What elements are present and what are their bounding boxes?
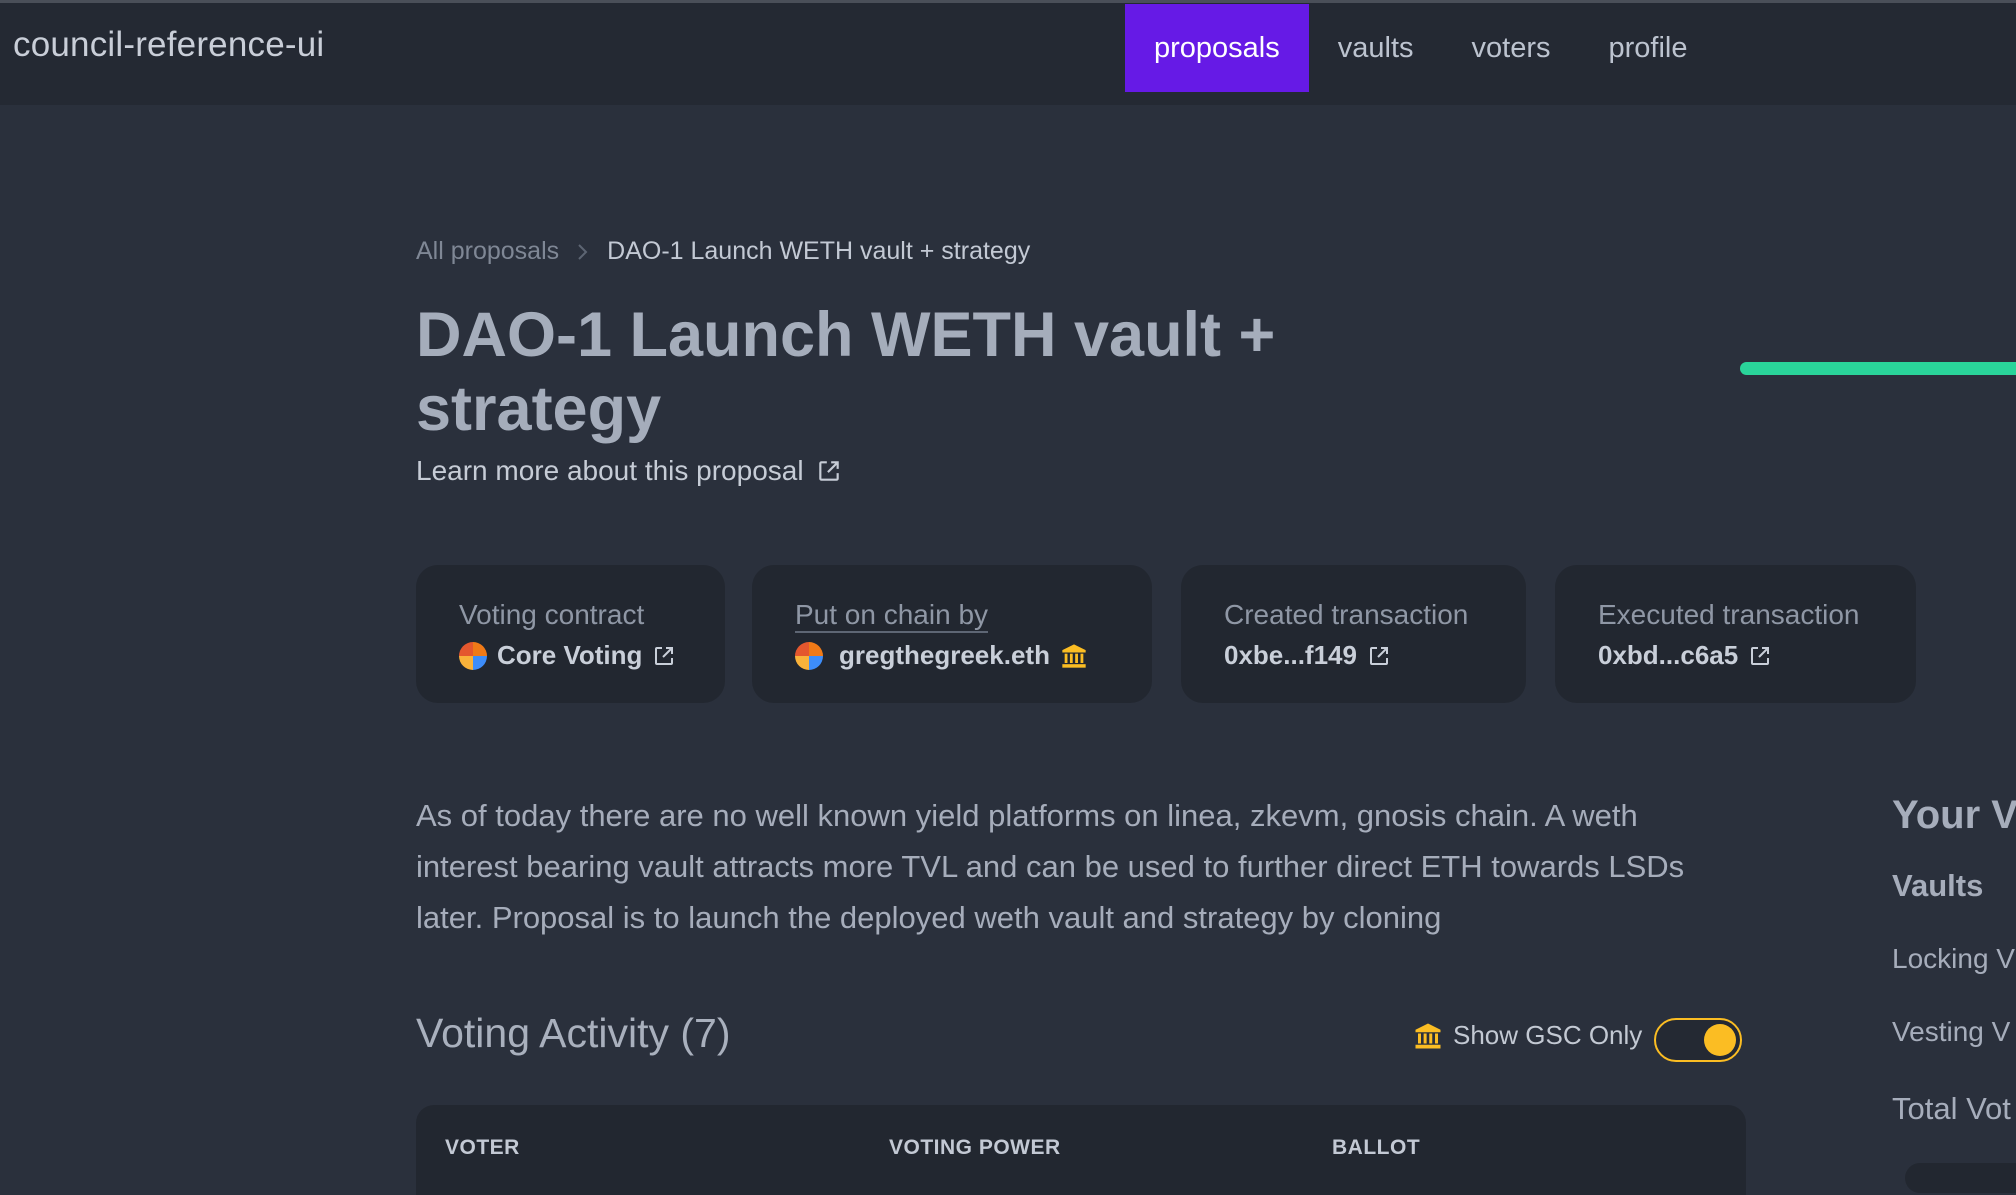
created-transaction-value: 0xbe...f149 bbox=[1224, 640, 1357, 670]
executed-transaction-label: Executed transaction bbox=[1598, 599, 1860, 630]
column-header-voting-power[interactable]: VOTING POWER bbox=[889, 1136, 1061, 1160]
vaults-heading: Vaults bbox=[1892, 868, 1984, 903]
learn-more-link[interactable]: Learn more about this proposal bbox=[416, 455, 842, 487]
voting-contract-label: Voting contract bbox=[459, 599, 645, 630]
breadcrumb-current: DAO-1 Launch WETH vault + strategy bbox=[607, 237, 1031, 265]
created-transaction-link[interactable]: 0xbe...f149 bbox=[1224, 640, 1391, 671]
contract-avatar bbox=[459, 641, 487, 670]
created-transaction-label: Created transaction bbox=[1224, 599, 1469, 630]
external-link-icon bbox=[1748, 644, 1772, 668]
gsc-toggle-label: Show GSC Only bbox=[1453, 1020, 1643, 1050]
learn-more-label: Learn more about this proposal bbox=[416, 455, 804, 486]
executed-transaction-link[interactable]: 0xbd...c6a5 bbox=[1598, 640, 1772, 671]
proposal-description: As of today there are no well known yiel… bbox=[416, 798, 1685, 935]
column-header-ballot[interactable]: BALLOT bbox=[1332, 1136, 1420, 1160]
external-link-icon bbox=[1367, 644, 1391, 668]
quorum-progress-bar bbox=[1740, 362, 2016, 375]
gsc-filter-label: Show GSC Only bbox=[1413, 1020, 1642, 1051]
voting-contract-link[interactable]: Core Voting bbox=[459, 640, 676, 671]
bank-icon bbox=[1413, 1021, 1443, 1051]
vesting-vault-row: Vesting V bbox=[1892, 1016, 2011, 1047]
main-nav: proposals vaults voters profile bbox=[1125, 4, 1717, 92]
voting-activity-title: Voting Activity (7) bbox=[416, 1010, 731, 1056]
bank-icon bbox=[1060, 642, 1088, 670]
voting-contract-card: Voting contract Core Voting bbox=[416, 565, 725, 703]
put-on-chain-voter-link[interactable]: gregthegreek.eth bbox=[795, 640, 1088, 671]
external-link-icon bbox=[652, 644, 676, 668]
column-header-voter[interactable]: VOTER bbox=[445, 1136, 520, 1160]
executed-transaction-card: Executed transaction 0xbd...c6a5 bbox=[1555, 565, 1916, 703]
toggle-knob bbox=[1704, 1024, 1736, 1056]
your-voting-power-title: Your V bbox=[1892, 793, 2016, 837]
nav-profile[interactable]: profile bbox=[1580, 4, 1717, 92]
voter-avatar bbox=[795, 641, 823, 670]
executed-transaction-value: 0xbd...c6a5 bbox=[1598, 640, 1739, 670]
page-title: DAO-1 Launch WETH vault + strategy bbox=[416, 300, 1276, 444]
total-voting-power-row: Total Vot bbox=[1892, 1091, 2011, 1126]
created-transaction-card: Created transaction 0xbe...f149 bbox=[1181, 565, 1526, 703]
voting-activity-table: VOTER VOTING POWER BALLOT bbox=[416, 1105, 1746, 1195]
chevron-right-icon bbox=[577, 243, 589, 261]
nav-proposals[interactable]: proposals bbox=[1125, 4, 1309, 92]
voting-contract-value: Core Voting bbox=[497, 640, 643, 670]
put-on-chain-value: gregthegreek.eth bbox=[839, 640, 1050, 670]
nav-voters[interactable]: voters bbox=[1443, 4, 1580, 92]
locking-vault-row: Locking V bbox=[1892, 943, 2015, 974]
breadcrumb-all-proposals[interactable]: All proposals bbox=[416, 237, 559, 266]
gsc-only-toggle[interactable] bbox=[1654, 1018, 1742, 1062]
breadcrumb: All proposals DAO-1 Launch WETH vault + … bbox=[416, 237, 1030, 266]
top-navbar: council-reference-ui proposals vaults vo… bbox=[0, 0, 2016, 105]
put-on-chain-card: Put on chain by gregthegreek.eth bbox=[752, 565, 1152, 703]
put-on-chain-label: Put on chain by bbox=[795, 599, 989, 633]
sidebar-card bbox=[1905, 1163, 2016, 1193]
app-title[interactable]: council-reference-ui bbox=[13, 25, 324, 65]
external-link-icon bbox=[816, 458, 842, 484]
nav-vaults[interactable]: vaults bbox=[1309, 4, 1443, 92]
